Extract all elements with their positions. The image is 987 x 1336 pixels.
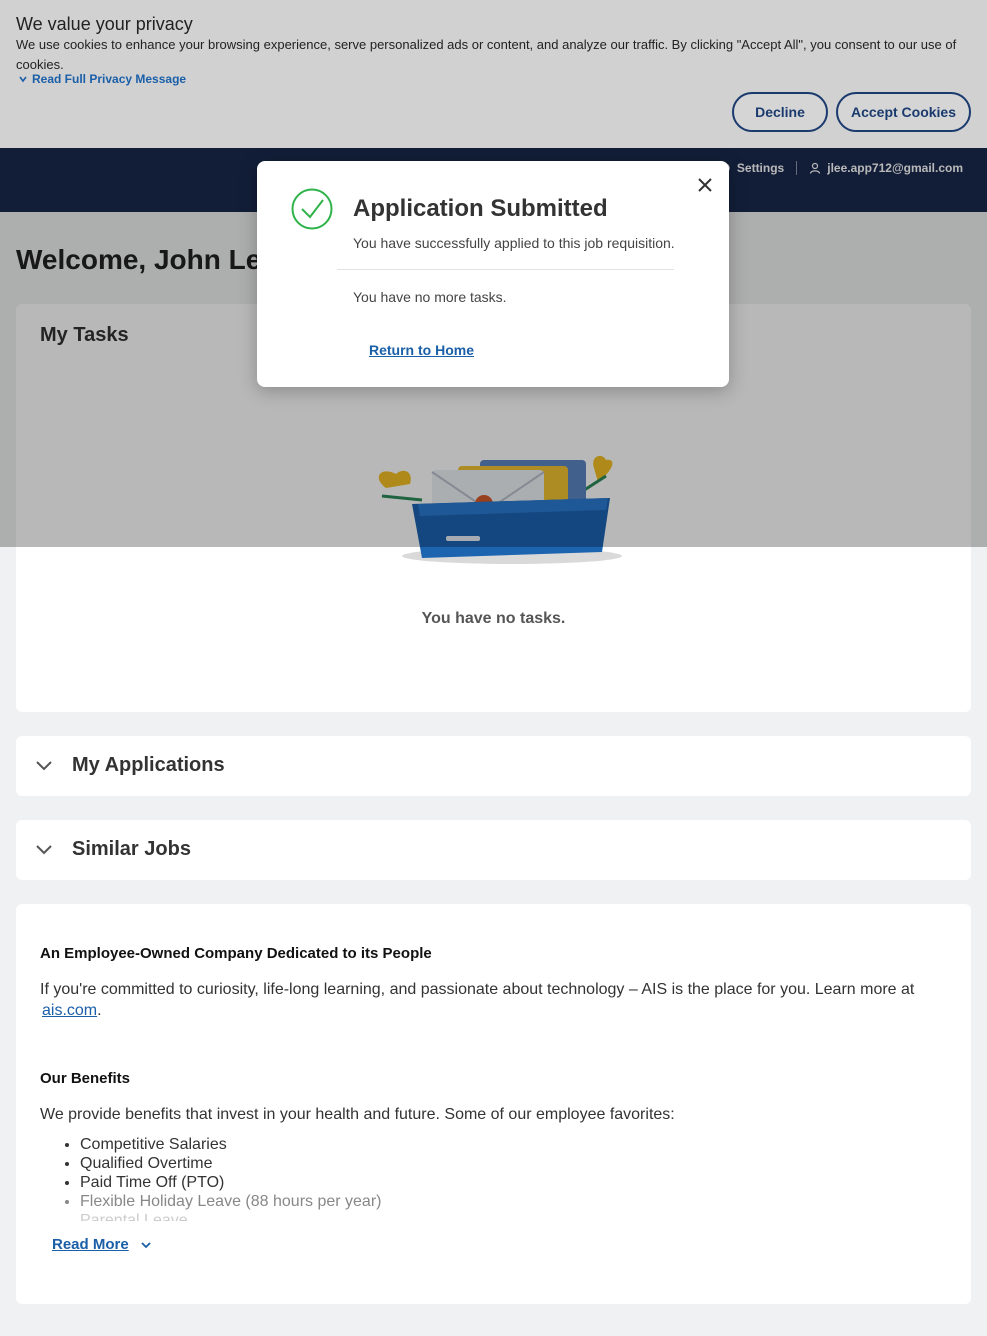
company-heading: An Employee-Owned Company Dedicated to i… (40, 945, 432, 962)
benefits-intro: We provide benefits that invest in your … (40, 1106, 675, 1123)
similar-jobs-section[interactable]: Similar Jobs (16, 820, 971, 880)
chevron-down-icon (36, 845, 52, 855)
read-more-button[interactable]: Read More (52, 1236, 153, 1253)
check-circle-icon (291, 188, 333, 230)
link-suffix: . (97, 1002, 102, 1019)
cookie-consent-banner: We value your privacy We use cookies to … (0, 0, 987, 148)
chevron-down-icon (36, 761, 52, 771)
my-applications-title: My Applications (72, 754, 225, 776)
dialog-subtitle: You have successfully applied to this jo… (353, 235, 675, 251)
dialog-tasks-text: You have no more tasks. (353, 289, 507, 305)
list-item: Parental Leave (80, 1211, 381, 1221)
benefits-heading: Our Benefits (40, 1070, 131, 1087)
dialog-divider (337, 269, 674, 270)
list-item: Paid Time Off (PTO) (80, 1173, 381, 1192)
cookie-title: We value your privacy (16, 14, 193, 34)
application-submitted-dialog: Application Submitted You have successfu… (257, 161, 729, 387)
chevron-down-icon (141, 1241, 151, 1248)
return-to-home-link[interactable]: Return to Home (369, 342, 474, 358)
cookie-text: We use cookies to enhance your browsing … (16, 37, 957, 72)
no-tasks-message: You have no tasks. (421, 610, 566, 627)
read-more-label: Read More (52, 1236, 129, 1253)
company-paragraph-text: If you're committed to curiosity, life-l… (40, 981, 915, 998)
similar-jobs-title: Similar Jobs (72, 838, 191, 860)
chevron-down-icon (19, 76, 27, 83)
decline-cookies-button[interactable]: Decline (732, 92, 828, 132)
dialog-title: Application Submitted (353, 195, 608, 222)
benefits-list: Competitive Salaries Qualified Overtime … (80, 1135, 381, 1221)
my-applications-section[interactable]: My Applications (16, 736, 971, 796)
read-privacy-message-label: Read Full Privacy Message (32, 72, 187, 86)
read-privacy-message-link[interactable]: Read Full Privacy Message (18, 72, 186, 86)
company-info-card: An Employee-Owned Company Dedicated to i… (16, 904, 971, 1304)
list-item: Flexible Holiday Leave (88 hours per yea… (80, 1192, 381, 1211)
list-item: Competitive Salaries (80, 1135, 381, 1154)
ais-link[interactable]: ais.com (42, 1002, 97, 1019)
accept-cookies-button[interactable]: Accept Cookies (836, 92, 971, 132)
list-item: Qualified Overtime (80, 1154, 381, 1173)
close-icon[interactable] (697, 177, 713, 193)
company-paragraph: If you're committed to curiosity, life-l… (40, 979, 940, 1021)
